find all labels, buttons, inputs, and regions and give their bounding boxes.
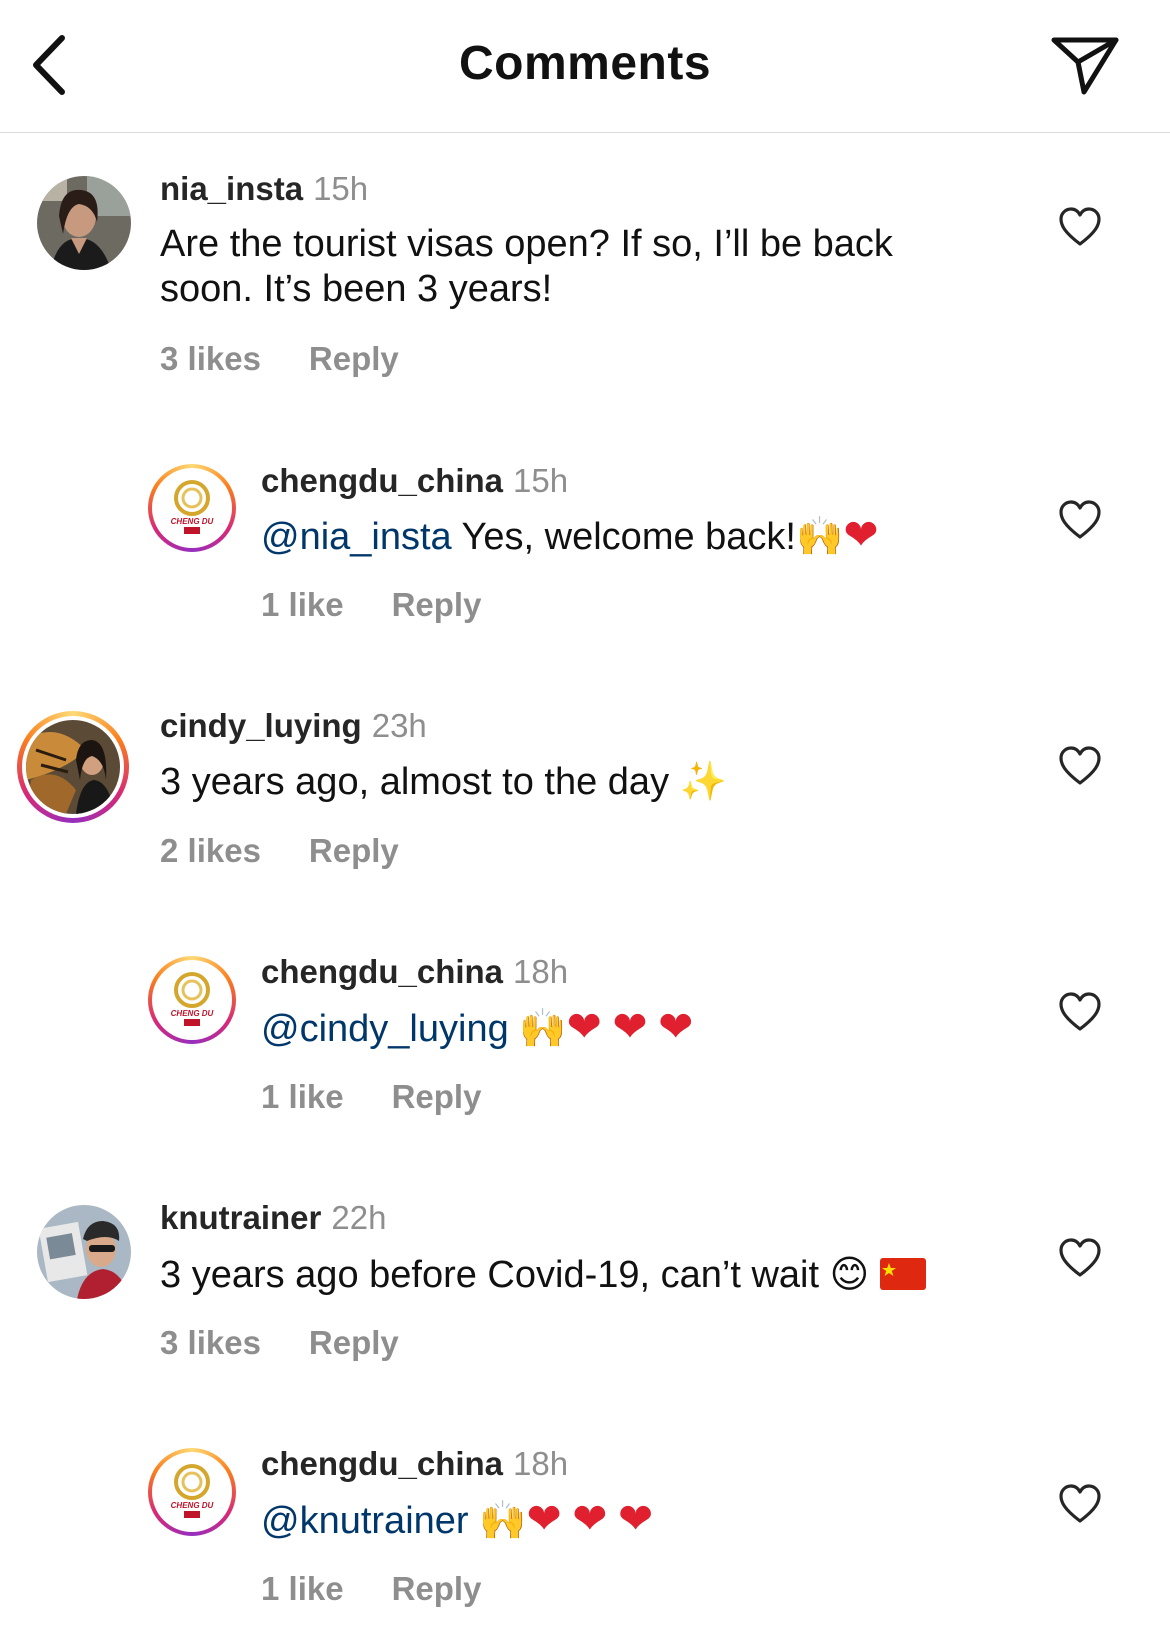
reply-button[interactable]: Reply <box>392 1570 482 1607</box>
username[interactable]: chengdu_china <box>261 1445 503 1482</box>
reply-button[interactable]: Reply <box>392 586 482 623</box>
red-heart-emoji: ❤ <box>658 1003 694 1050</box>
username[interactable]: knutrainer <box>160 1199 321 1236</box>
avatar[interactable] <box>37 1205 131 1299</box>
likes-count[interactable]: 1 like <box>261 1570 344 1607</box>
red-heart-emoji: ❤ <box>617 1495 654 1542</box>
reply-button[interactable]: Reply <box>392 1078 482 1115</box>
username[interactable]: nia_insta <box>160 170 303 207</box>
comment-header: nia_insta 15h <box>160 170 368 208</box>
mention-link[interactable]: @knutrainer <box>261 1500 469 1542</box>
china-flag-icon <box>879 1258 926 1290</box>
logo-text: CHENG DU <box>171 1501 214 1510</box>
comment-header: knutrainer 22h <box>160 1199 386 1237</box>
mention-link[interactable]: @cindy_luying <box>261 1008 509 1050</box>
comment-text-body: 3 years ago, almost to the day <box>160 761 680 803</box>
avatar[interactable]: CHENG DU <box>148 464 236 552</box>
likes-count[interactable]: 2 likes <box>160 832 261 869</box>
share-button[interactable] <box>1045 30 1125 100</box>
comment-text: Are the tourist visas open? If so, I’ll … <box>160 223 893 310</box>
red-heart-emoji: ❤ <box>526 1495 562 1542</box>
comment-actions: 1 like Reply <box>261 1078 481 1116</box>
reply-button[interactable]: Reply <box>309 832 399 869</box>
red-heart-emoji: ❤ <box>566 1003 602 1050</box>
sparkles-emoji: ✨ <box>679 759 727 803</box>
comment-actions: 3 likes Reply <box>160 1324 399 1362</box>
comment-text: 3 years ago before Covid-19, can’t wait … <box>160 1252 926 1298</box>
logo-text: CHENG DU <box>171 1009 214 1018</box>
timestamp: 15h <box>313 170 369 207</box>
comment-header: cindy_luying 23h <box>160 707 427 745</box>
comment-text-body: Yes, welcome back! <box>451 516 796 558</box>
reply-button[interactable]: Reply <box>309 340 399 377</box>
comment-text: @nia_insta Yes, welcome back!🙌❤ <box>261 512 879 560</box>
likes-count[interactable]: 1 like <box>261 1078 344 1115</box>
comment-actions: 3 likes Reply <box>160 340 399 378</box>
likes-count[interactable]: 1 like <box>261 586 344 623</box>
chengdu-logo-icon: CHENG DU <box>156 964 228 1036</box>
comment-header: chengdu_china 18h <box>261 953 568 991</box>
raising-hands-emoji: 🙌 <box>796 514 844 558</box>
username[interactable]: chengdu_china <box>261 953 503 990</box>
like-heart-icon[interactable] <box>1058 745 1102 789</box>
username[interactable]: chengdu_china <box>261 462 503 499</box>
comment-header: chengdu_china 15h <box>261 462 568 500</box>
red-heart-emoji: ❤ <box>843 511 879 558</box>
avatar[interactable]: CHENG DU <box>148 1448 236 1536</box>
reply-button[interactable]: Reply <box>309 1324 399 1361</box>
username[interactable]: cindy_luying <box>160 707 362 744</box>
timestamp: 22h <box>331 1199 387 1236</box>
like-heart-icon[interactable] <box>1058 499 1102 543</box>
comment-text: @knutrainer 🙌❤ ❤ ❤ <box>261 1496 653 1544</box>
timestamp: 18h <box>513 1445 569 1482</box>
raising-hands-emoji: 🙌 <box>519 1006 567 1050</box>
comment-text-body: 3 years ago before Covid-19, can’t wait <box>160 1254 830 1296</box>
timestamp: 18h <box>513 953 569 990</box>
comment-text: 3 years ago, almost to the day ✨ <box>160 759 727 805</box>
page-title: Comments <box>458 37 712 90</box>
timestamp: 23h <box>371 707 427 744</box>
comment-actions: 2 likes Reply <box>160 832 399 870</box>
raising-hands-emoji: 🙌 <box>479 1498 527 1542</box>
comment-actions: 1 like Reply <box>261 1570 481 1608</box>
red-heart-emoji: ❤ <box>572 1495 608 1542</box>
like-heart-icon[interactable] <box>1058 1237 1102 1281</box>
comment-text: @cindy_luying 🙌❤ ❤ ❤ <box>261 1004 693 1052</box>
avatar[interactable]: CHENG DU <box>148 956 236 1044</box>
likes-count[interactable]: 3 likes <box>160 1324 261 1361</box>
avatar[interactable] <box>37 176 131 270</box>
like-heart-icon[interactable] <box>1058 1483 1102 1527</box>
likes-count[interactable]: 3 likes <box>160 340 261 377</box>
chengdu-logo-icon: CHENG DU <box>156 1456 228 1528</box>
smiling-face-emoji: 😊 <box>829 1252 870 1296</box>
paper-plane-icon <box>1051 37 1119 95</box>
like-heart-icon[interactable] <box>1058 206 1102 250</box>
mention-link[interactable]: @nia_insta <box>261 516 452 558</box>
chengdu-logo-icon: CHENG DU <box>156 472 228 544</box>
comment-actions: 1 like Reply <box>261 586 481 624</box>
red-heart-emoji: ❤ <box>612 1003 648 1050</box>
logo-text: CHENG DU <box>171 517 214 526</box>
avatar[interactable] <box>17 711 129 823</box>
like-heart-icon[interactable] <box>1058 991 1102 1035</box>
comment-header: chengdu_china 18h <box>261 1445 568 1483</box>
timestamp: 15h <box>513 462 569 499</box>
header-bar: Comments <box>0 0 1170 133</box>
